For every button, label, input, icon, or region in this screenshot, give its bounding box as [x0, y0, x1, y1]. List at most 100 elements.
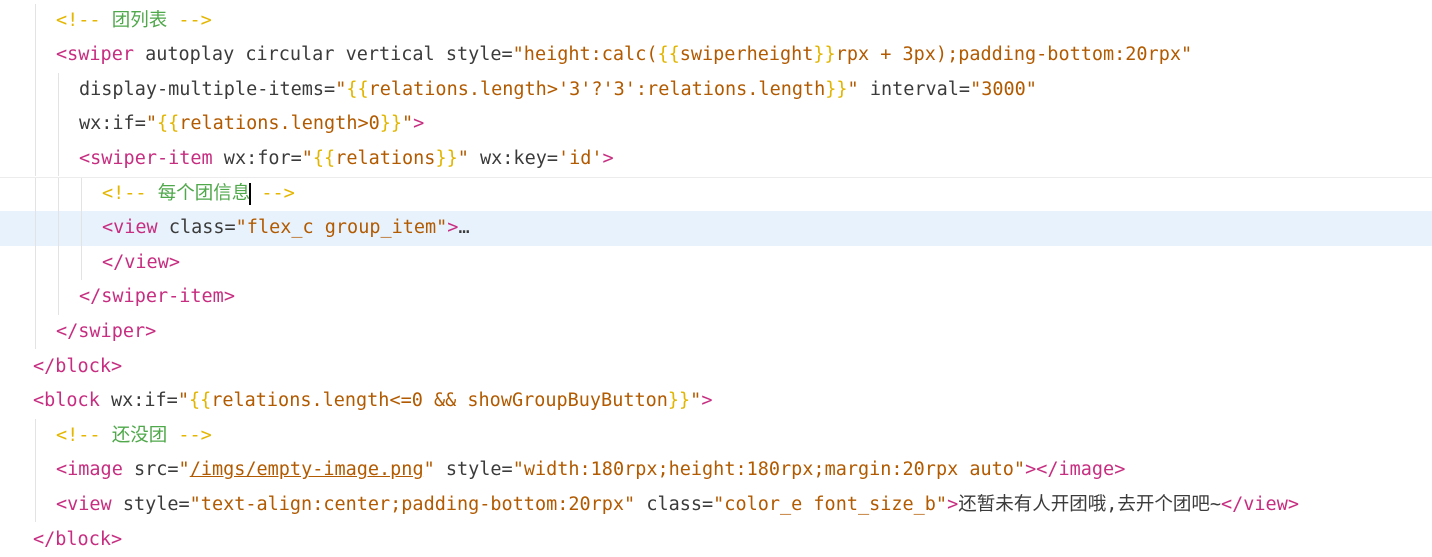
- indent-guide: [35, 246, 36, 281]
- code-line[interactable]: <swiper-item wx:for="{{relations}}" wx:k…: [0, 142, 1432, 177]
- code-line[interactable]: <block wx:if="{{relations.length<=0 && s…: [0, 384, 1432, 419]
- code-token: image: [67, 459, 123, 480]
- code-token: "color_e font_size_b": [713, 494, 947, 515]
- code-token: <: [56, 494, 67, 515]
- code-line[interactable]: display-multiple-items="{{relations.leng…: [0, 73, 1432, 108]
- code-token: >: [701, 390, 712, 411]
- code-token: wx:for=: [213, 148, 302, 169]
- indent-guide: [81, 177, 82, 212]
- code-token: </: [102, 252, 124, 273]
- indent-guide: [35, 107, 36, 142]
- code-line[interactable]: </block>: [0, 350, 1432, 385]
- code-token: relations: [335, 148, 435, 169]
- code-token: view: [113, 217, 158, 238]
- code-text: <view class="flex_c group_item">…: [102, 211, 470, 246]
- code-text: <!-- 还没团 -->: [56, 419, 212, 454]
- code-token: }}: [668, 390, 690, 411]
- code-token: -->: [167, 425, 212, 446]
- code-text: display-multiple-items="{{relations.leng…: [79, 73, 1037, 108]
- code-token: wx:if=: [100, 390, 178, 411]
- code-token: 每个团信息: [158, 183, 251, 204]
- code-token: ": [178, 390, 189, 411]
- code-token: {{: [657, 44, 679, 65]
- code-line[interactable]: <image src="/imgs/empty-image.png" style…: [0, 453, 1432, 488]
- code-line[interactable]: </swiper>: [0, 315, 1432, 350]
- code-line[interactable]: <!-- 每个团信息 -->: [0, 177, 1432, 212]
- code-text: </swiper>: [56, 315, 156, 350]
- indent-guide: [35, 73, 36, 108]
- code-token: -->: [167, 10, 212, 31]
- code-token: style=: [112, 494, 190, 515]
- code-text: <swiper-item wx:for="{{relations}}" wx:k…: [79, 142, 614, 177]
- code-token: >: [169, 252, 180, 273]
- code-text: <view style="text-align:center;padding-b…: [56, 488, 1299, 523]
- code-token: >: [947, 494, 958, 515]
- code-token: </: [79, 286, 101, 307]
- indent-guide: [35, 211, 36, 246]
- code-token: swiper-item: [90, 148, 213, 169]
- code-token: "width:180rpx;height:180rpx;margin:20rpx…: [513, 459, 1025, 480]
- indent-guide: [58, 142, 59, 177]
- code-line[interactable]: </swiper-item>: [0, 280, 1432, 315]
- code-token: <: [33, 390, 44, 411]
- code-text: </block>: [33, 350, 122, 385]
- code-token: wx:key=: [469, 148, 558, 169]
- indent-guide: [35, 419, 36, 454]
- code-text: wx:if="{{relations.length>0}}">: [79, 107, 424, 142]
- code-text: <!-- 团列表 -->: [56, 4, 212, 39]
- indent-guide: [35, 4, 36, 39]
- code-token: {{: [189, 390, 211, 411]
- indent-guide: [35, 453, 36, 488]
- code-line[interactable]: <view class="flex_c group_item">…: [0, 211, 1432, 246]
- code-line[interactable]: </block>: [0, 523, 1432, 557]
- code-line[interactable]: wx:if="{{relations.length>0}}">: [0, 107, 1432, 142]
- indent-guide: [35, 142, 36, 177]
- code-token: relations.length>'3'?'3':relations.lengt…: [369, 79, 826, 100]
- indent-guide: [58, 73, 59, 108]
- code-token: }}: [435, 148, 457, 169]
- code-line[interactable]: <view style="text-align:center;padding-b…: [0, 488, 1432, 523]
- code-token: </: [1036, 459, 1058, 480]
- code-text: <!-- 每个团信息 -->: [102, 177, 295, 212]
- code-token: swiper-item: [101, 286, 224, 307]
- code-token: }}: [825, 79, 847, 100]
- code-text: <block wx:if="{{relations.length<=0 && s…: [33, 384, 712, 419]
- code-token: rpx + 3px);padding-bottom:20rpx": [836, 44, 1192, 65]
- code-token: image: [1058, 459, 1114, 480]
- code-token: ": [690, 390, 701, 411]
- code-token: <!--: [56, 10, 112, 31]
- code-token: 'id': [558, 148, 603, 169]
- indent-guide: [81, 246, 82, 281]
- code-editor[interactable]: <!-- 团列表 --><swiper autoplay circular ve…: [0, 0, 1432, 555]
- code-token: …: [458, 217, 469, 238]
- code-token: swiper: [78, 321, 145, 342]
- code-line[interactable]: <!-- 团列表 -->: [0, 4, 1432, 39]
- code-token: class=: [635, 494, 713, 515]
- code-line[interactable]: <swiper autoplay circular vertical style…: [0, 38, 1432, 73]
- code-token: relations.length<=0 && showGroupBuyButto…: [211, 390, 668, 411]
- code-token: style=: [435, 459, 513, 480]
- indent-guide: [58, 107, 59, 142]
- indent-guide: [58, 177, 59, 212]
- code-token: </: [1221, 494, 1243, 515]
- code-token: <!--: [56, 425, 112, 446]
- code-token: >: [1288, 494, 1299, 515]
- code-token: "3000": [970, 79, 1037, 100]
- code-text: </swiper-item>: [79, 280, 235, 315]
- code-token: ": [302, 148, 313, 169]
- code-token: "text-align:center;padding-bottom:20rpx": [190, 494, 636, 515]
- code-token: >: [145, 321, 156, 342]
- code-token: >: [224, 286, 235, 307]
- code-token: ": [335, 79, 346, 100]
- indent-guide: [35, 177, 36, 212]
- code-token: src=: [123, 459, 179, 480]
- code-line[interactable]: </view>: [0, 246, 1432, 281]
- code-token: <: [56, 44, 67, 65]
- code-token: "flex_c group_item": [236, 217, 448, 238]
- code-token: >: [447, 217, 458, 238]
- code-token: wx:if=: [79, 113, 146, 134]
- code-token: }}: [380, 113, 402, 134]
- code-token: ": [458, 148, 469, 169]
- code-line[interactable]: <!-- 还没团 -->: [0, 419, 1432, 454]
- code-token: ": [848, 79, 859, 100]
